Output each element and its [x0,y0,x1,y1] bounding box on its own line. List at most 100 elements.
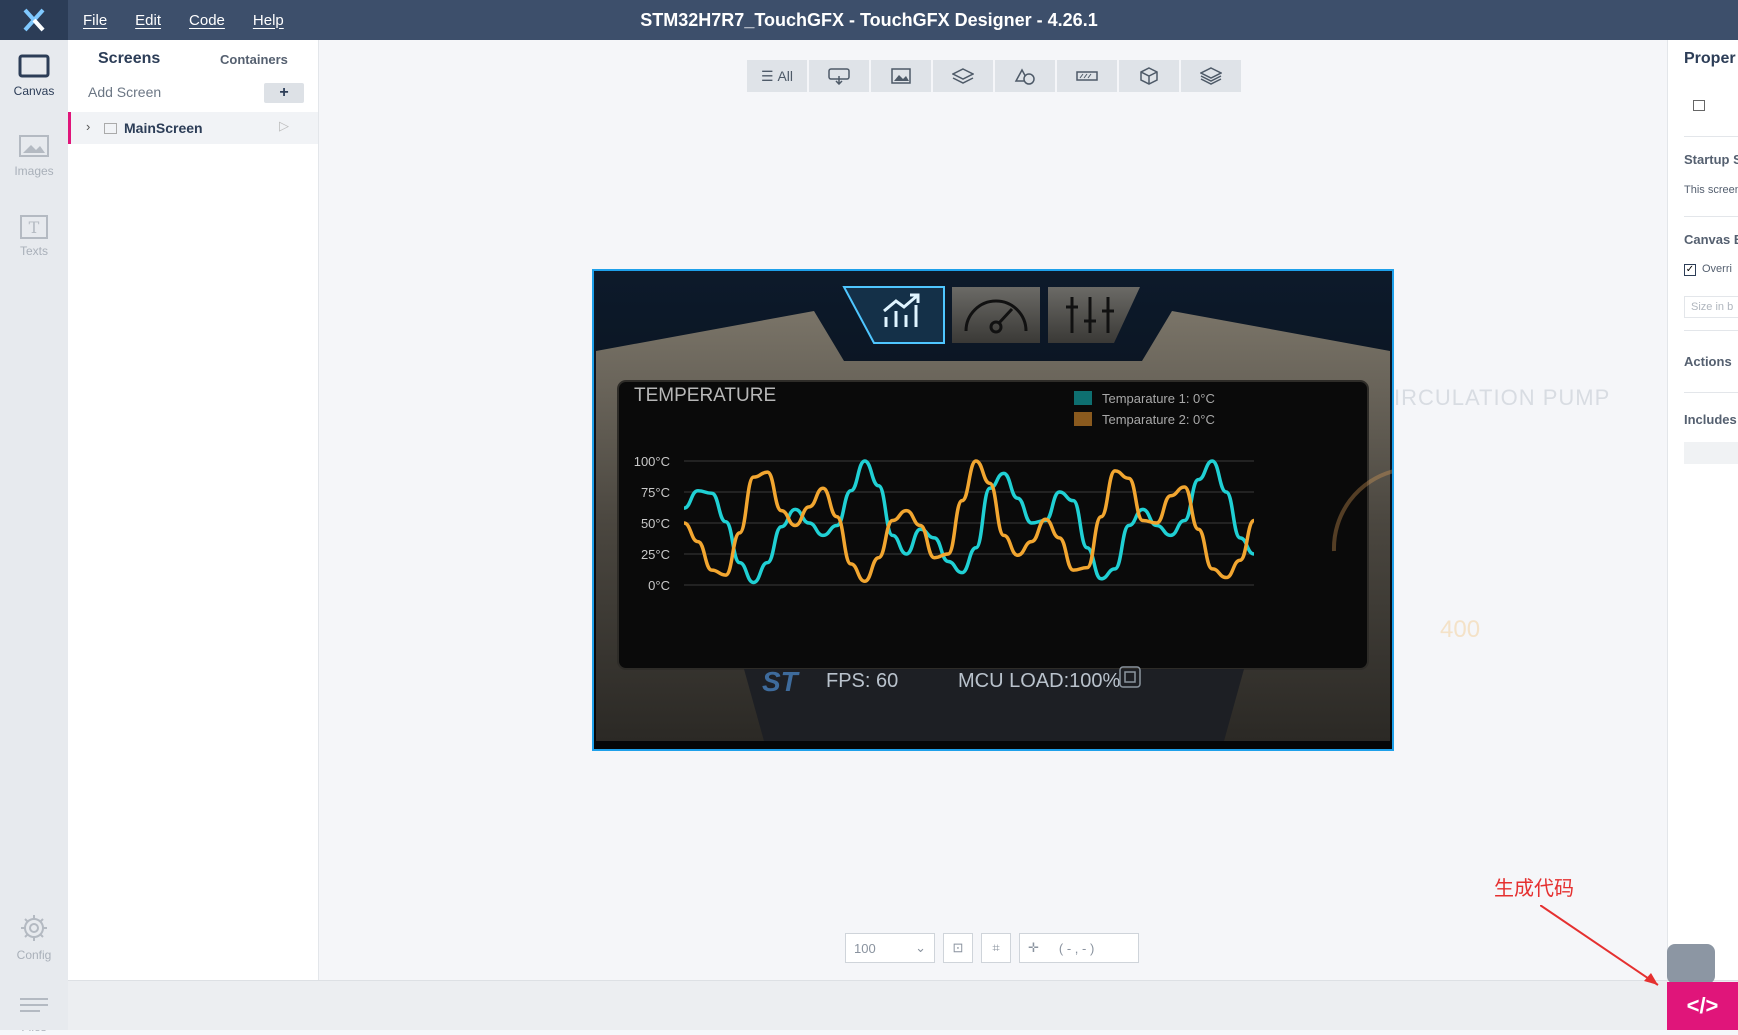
svg-text:T: T [29,218,40,237]
widget-toolbar: ☰ All [747,60,1241,92]
chevron-down-icon: ⌄ [915,940,926,955]
crop-button[interactable]: ⌗ [981,933,1011,963]
startup-desc: This screen [1684,184,1738,196]
menu-help[interactable]: Help [253,12,284,29]
3d-button[interactable] [1119,60,1179,92]
status-left [0,980,68,1030]
legend-label-1: Temparature 1: 0°C [1102,391,1215,406]
left-navigation: Canvas Images T Texts Config Files [0,40,68,1034]
screen-icon [1693,100,1705,111]
y-tick-label: 50°C [641,516,670,531]
coordinate-value: ( - , - ) [1058,940,1095,956]
zoom-select[interactable]: 100 ⌄ [845,933,935,963]
cube-icon [1140,67,1158,85]
canvas-icon [18,54,50,78]
override-checkbox[interactable]: ✓ [1684,264,1696,276]
legend-swatch-1 [1074,391,1092,405]
ghost-screen-label: IRCULATION PUMP [1394,385,1611,410]
nav-texts[interactable]: T Texts [0,214,68,258]
annotation-arrow [1540,905,1659,986]
properties-panel: Proper Startup S This screen Canvas B ✓ … [1667,40,1738,980]
chat-icon[interactable] [1667,944,1715,984]
startup-section[interactable]: Startup S [1684,152,1738,167]
legend-swatch-2 [1074,412,1092,426]
zoom-value: 100 [854,940,876,956]
includes-section[interactable]: Includes [1684,412,1737,427]
image-icon [19,135,49,157]
interaction-button[interactable] [809,60,869,92]
progress-icon [1076,71,1098,81]
canvas-bottom-tools: 100 ⌄ ⊡ ⌗ ✛ ( - , - ) [845,933,1139,963]
play-icon[interactable]: ▷ [279,118,289,134]
divider [1684,136,1738,137]
gear-icon [21,915,47,941]
y-tick-label: 100°C [634,454,670,469]
screen-preview[interactable]: ST FPS: 60 MCU LOAD:100% TEMPERATURE Tem… [592,269,1394,751]
status-bar [68,980,1738,1030]
nav-config[interactable]: Config [0,912,68,962]
screen-name: MainScreen [124,120,203,136]
shapes-icon [1014,68,1035,85]
nav-config-label: Config [16,948,52,962]
add-screen-button[interactable]: + [264,83,304,103]
divider [1684,330,1738,331]
interaction-icon [828,68,850,85]
canvas-section[interactable]: Canvas B [1684,232,1738,247]
st-logo: ST [762,666,801,697]
tab-gauge[interactable] [952,287,1040,343]
actions-section[interactable]: Actions [1684,354,1732,369]
menu-edit[interactable]: Edit [135,12,161,29]
tab-containers[interactable]: Containers [220,52,288,67]
list-icon: ☰ [760,67,778,84]
includes-field[interactable] [1684,442,1738,464]
fps-label: FPS: 60 [826,670,898,692]
y-tick-label: 0°C [648,578,670,593]
progress-button[interactable] [1057,60,1117,92]
generate-code-button[interactable]: </> [1667,982,1738,1030]
screens-panel: Screens Containers Add Screen + › MainSc… [68,40,319,980]
image-icon [891,68,911,84]
screen-item-mainscreen[interactable]: › MainScreen ▷ [68,112,318,144]
crop-icon: ⌗ [992,940,1000,955]
nav-images[interactable]: Images [0,134,68,178]
menu-file[interactable]: File [83,12,107,29]
fit-view-button[interactable]: ⊡ [943,933,973,963]
nav-texts-label: Texts [19,244,48,258]
stack-icon [1200,67,1222,85]
stack-button[interactable] [1181,60,1241,92]
filter-all-button[interactable]: ☰ All [747,60,807,92]
nav-canvas-label: Canvas [13,84,55,98]
divider [1684,216,1738,217]
annotation-text: 生成代码 [1494,876,1574,900]
ghost-gauge-value: 400 [1440,616,1481,643]
screen-preview-artwork: ST FPS: 60 MCU LOAD:100% TEMPERATURE Tem… [594,271,1392,749]
properties-title: Proper [1684,50,1736,67]
nav-images-label: Images [14,164,54,178]
chart-title: TEMPERATURE [634,385,776,406]
sliders-icon [1066,297,1114,333]
hamburger-icon[interactable] [0,980,68,1030]
chevron-right-icon[interactable]: › [86,119,90,134]
divider [1684,392,1738,393]
override-label: Overri [1702,263,1732,275]
touchgfx-logo [0,0,68,40]
shapes-button[interactable] [995,60,1055,92]
tab-screens[interactable]: Screens [98,50,160,68]
filter-all-label: All [777,68,793,84]
screen-icon [104,123,117,134]
legend-label-2: Temparature 2: 0°C [1102,412,1215,427]
y-tick-label: 75°C [641,485,670,500]
layers-icon [952,68,974,84]
focus-icon: ⊡ [952,940,964,955]
coordinate-display: ✛ ( - , - ) [1019,933,1139,963]
mcu-load-label: MCU LOAD:100% [958,670,1120,692]
add-screen-label: Add Screen [88,84,162,100]
menu-bar: File Edit Code Help [83,0,284,40]
menu-code[interactable]: Code [189,12,225,29]
size-input[interactable]: Size in b [1684,296,1738,318]
images-button[interactable] [871,60,931,92]
containers-button[interactable] [933,60,993,92]
nav-canvas[interactable]: Canvas [0,54,68,98]
title-bar: File Edit Code Help STM32H7R7_TouchGFX -… [0,0,1738,40]
y-tick-label: 25°C [641,547,670,562]
